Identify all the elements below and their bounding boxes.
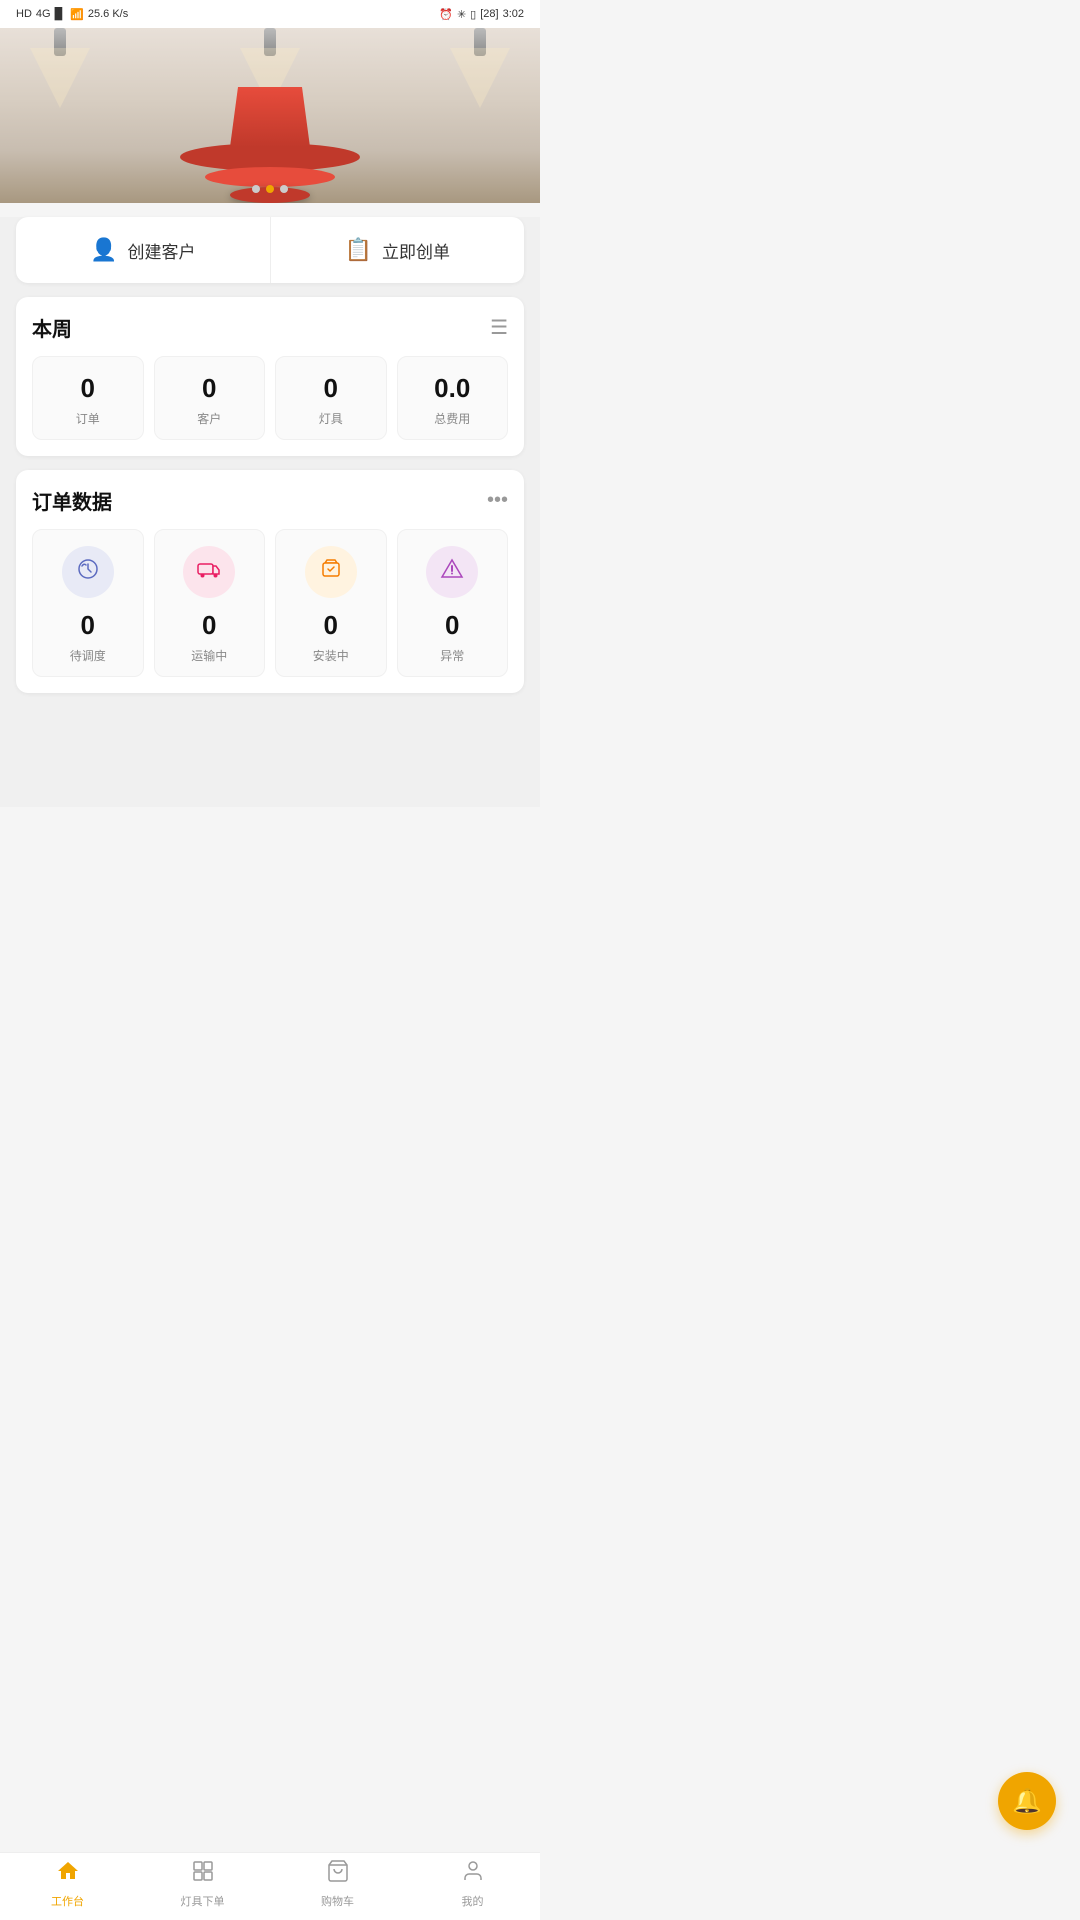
stat-customers: 0 客户: [154, 356, 266, 440]
order-section: 订单数据 ••• 0 待调度: [16, 470, 524, 693]
carpet: [230, 87, 310, 147]
transit-icon-wrapper: [183, 546, 235, 598]
signal-icon: HD: [16, 8, 32, 20]
abnormal-icon: [440, 557, 464, 587]
stat-pending[interactable]: 0 待调度: [32, 529, 144, 677]
orders-label: 订单: [41, 410, 135, 427]
transit-label: 运输中: [163, 647, 257, 664]
network-icon: 4G▐▌: [36, 8, 66, 20]
transit-number: 0: [163, 610, 257, 641]
banner-dots: [252, 185, 288, 193]
order-lights-label: 灯具下单: [181, 1893, 225, 1909]
lights-label: 灯具: [284, 410, 378, 427]
mine-label: 我的: [462, 1893, 484, 1909]
abnormal-icon-wrapper: [426, 546, 478, 598]
dot-3[interactable]: [280, 185, 288, 193]
dot-2-active[interactable]: [266, 185, 274, 193]
main-content: 👤 创建客户 📋 立即创单 本周 ☰ 0 订单 0 客户 0 灯具: [0, 217, 540, 807]
bluetooth-icon: ✳: [457, 8, 466, 21]
cart-icon: [326, 1859, 350, 1889]
quick-actions: 👤 创建客户 📋 立即创单: [16, 217, 524, 283]
status-bar: HD 4G▐▌ 📶 25.6 K/s ⏰ ✳ ▯ [28] 3:02: [0, 0, 540, 28]
screen-icon: ▯: [470, 8, 476, 21]
pending-number: 0: [41, 610, 135, 641]
status-left: HD 4G▐▌ 📶 25.6 K/s: [16, 8, 128, 21]
notification-fab[interactable]: 🔔: [998, 1772, 1056, 1830]
menu-icon[interactable]: ☰: [490, 315, 508, 340]
create-customer-button[interactable]: 👤 创建客户: [16, 217, 270, 283]
order-stats-grid: 0 待调度 0 运输中: [32, 529, 508, 677]
mine-icon: [461, 1859, 485, 1889]
installing-icon: [319, 557, 343, 587]
stat-abnormal[interactable]: 0 异常: [397, 529, 509, 677]
abnormal-number: 0: [406, 610, 500, 641]
battery-icon: [28]: [480, 8, 498, 20]
cart-label: 购物车: [321, 1893, 354, 1909]
workbench-label: 工作台: [51, 1893, 84, 1909]
workbench-icon: [56, 1859, 80, 1889]
order-lights-icon: [191, 1859, 215, 1889]
more-icon[interactable]: •••: [487, 489, 508, 512]
alarm-icon: ⏰: [439, 8, 453, 21]
stat-total-cost: 0.0 总费用: [397, 356, 509, 440]
nav-cart[interactable]: 购物车: [270, 1859, 405, 1909]
stats-grid: 0 订单 0 客户 0 灯具 0.0 总费用: [32, 356, 508, 440]
spotlight-right: [450, 28, 510, 108]
installing-label: 安装中: [284, 647, 378, 664]
stat-lights: 0 灯具: [275, 356, 387, 440]
podium-mid: [205, 167, 335, 187]
create-order-label: 立即创单: [382, 238, 450, 263]
banner-stage: [0, 28, 540, 203]
wifi-icon: 📶: [70, 8, 84, 21]
weekly-title: 本周: [32, 313, 72, 342]
stat-installing[interactable]: 0 安装中: [275, 529, 387, 677]
weekly-section: 本周 ☰ 0 订单 0 客户 0 灯具 0.0 总费用: [16, 297, 524, 456]
bell-icon: 🔔: [1012, 1787, 1042, 1816]
weekly-header: 本周 ☰: [32, 313, 508, 342]
time-text: 3:02: [503, 8, 524, 20]
cost-number: 0.0: [406, 373, 500, 404]
cost-label: 总费用: [406, 410, 500, 427]
nav-workbench[interactable]: 工作台: [0, 1859, 135, 1909]
orders-number: 0: [41, 373, 135, 404]
spotlight-left: [30, 28, 90, 108]
order-title: 订单数据: [32, 486, 112, 515]
pending-icon-wrapper: [62, 546, 114, 598]
order-icon: 📋: [345, 237, 372, 263]
lights-number: 0: [284, 373, 378, 404]
banner: [0, 28, 540, 203]
customers-label: 客户: [163, 410, 257, 427]
abnormal-label: 异常: [406, 647, 500, 664]
stat-transit[interactable]: 0 运输中: [154, 529, 266, 677]
installing-icon-wrapper: [305, 546, 357, 598]
status-right: ⏰ ✳ ▯ [28] 3:02: [439, 8, 524, 21]
bottom-nav: 工作台 灯具下单 购物车 我的: [0, 1852, 540, 1920]
installing-number: 0: [284, 610, 378, 641]
pending-label: 待调度: [41, 647, 135, 664]
stat-orders: 0 订单: [32, 356, 144, 440]
create-order-button[interactable]: 📋 立即创单: [270, 217, 525, 283]
dot-1[interactable]: [252, 185, 260, 193]
transit-icon: [197, 557, 221, 587]
create-customer-label: 创建客户: [127, 238, 195, 263]
nav-mine[interactable]: 我的: [405, 1859, 540, 1909]
speed-text: 25.6 K/s: [88, 8, 128, 20]
pending-icon: [76, 557, 100, 587]
customers-number: 0: [163, 373, 257, 404]
customer-icon: 👤: [90, 237, 117, 263]
nav-order-lights[interactable]: 灯具下单: [135, 1859, 270, 1909]
order-header: 订单数据 •••: [32, 486, 508, 515]
